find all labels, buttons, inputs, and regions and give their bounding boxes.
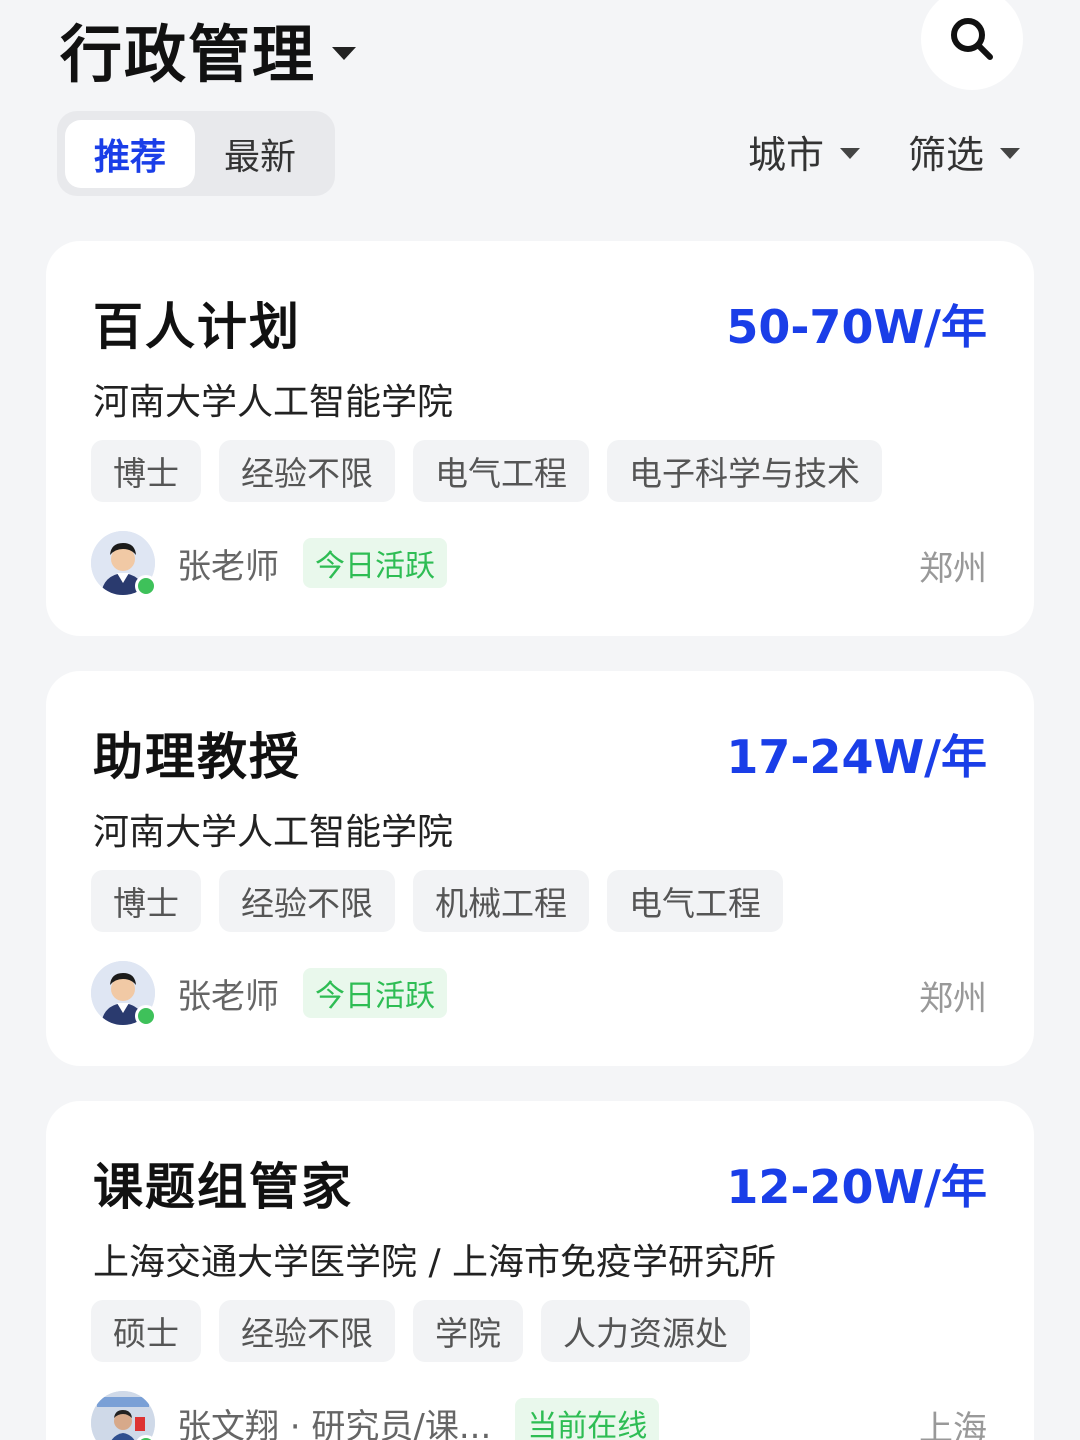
job-card[interactable]: 课题组管家 12-20W/年 上海交通大学医学院 / 上海市免疫学研究所 硕士 … <box>46 1101 1034 1440</box>
job-tag: 经验不限 <box>219 1300 395 1362</box>
job-tags: 博士 经验不限 电气工程 电子科学与技术 <box>91 440 882 502</box>
job-organization: 上海交通大学医学院 / 上海市免疫学研究所 <box>93 1242 777 1283</box>
job-tag: 电气工程 <box>413 440 589 502</box>
job-tag: 机械工程 <box>413 870 589 932</box>
job-title: 课题组管家 <box>93 1158 353 1216</box>
recruiter-name: 张老师 <box>177 976 279 1017</box>
avatar <box>91 1391 157 1440</box>
activity-badge: 今日活跃 <box>303 968 447 1018</box>
caret-down-icon <box>840 148 861 159</box>
activity-badge: 当前在线 <box>515 1398 660 1440</box>
city-filter-button[interactable]: 城市 <box>748 124 861 179</box>
tab-recommended[interactable]: 推荐 <box>65 119 195 188</box>
recruiter-name: 张文翔 · 研究员/课... <box>177 1406 492 1440</box>
job-tag: 电气工程 <box>607 870 783 932</box>
city-filter-label: 城市 <box>748 133 825 177</box>
job-city: 郑州 <box>919 979 987 1019</box>
search-button[interactable] <box>921 0 1023 90</box>
caret-down-icon <box>332 46 357 60</box>
job-tag: 博士 <box>91 870 201 932</box>
job-title: 助理教授 <box>93 728 301 786</box>
page-title-dropdown[interactable]: 行政管理 <box>60 4 357 94</box>
job-salary: 17-24W/年 <box>726 730 987 784</box>
job-city: 郑州 <box>919 549 987 589</box>
job-tag: 经验不限 <box>219 870 395 932</box>
job-tag: 博士 <box>91 440 201 502</box>
job-card[interactable]: 百人计划 50-70W/年 河南大学人工智能学院 博士 经验不限 电气工程 电子… <box>46 241 1034 636</box>
job-tags: 博士 经验不限 机械工程 电气工程 <box>91 870 783 932</box>
search-icon <box>951 18 993 60</box>
job-city: 上海 <box>919 1409 987 1440</box>
job-tags: 硕士 经验不限 学院 人力资源处 <box>91 1300 750 1362</box>
recruiter-info: 张文翔 · 研究员/课... 当前在线 <box>91 1391 660 1440</box>
page-title: 行政管理 <box>60 18 317 91</box>
job-salary: 12-20W/年 <box>726 1160 987 1214</box>
tab-latest[interactable]: 最新 <box>195 120 325 188</box>
job-title: 百人计划 <box>93 298 301 356</box>
job-tag: 人力资源处 <box>541 1300 750 1362</box>
filter-button[interactable]: 筛选 <box>908 124 1021 179</box>
caret-down-icon <box>1000 148 1021 159</box>
job-tag: 硕士 <box>91 1300 201 1362</box>
recruiter-name: 张老师 <box>177 546 279 587</box>
filter-label: 筛选 <box>908 133 985 177</box>
online-status-dot <box>135 1005 157 1027</box>
job-organization: 河南大学人工智能学院 <box>93 812 454 853</box>
online-status-dot <box>135 575 157 597</box>
job-tag: 经验不限 <box>219 440 395 502</box>
activity-badge: 今日活跃 <box>303 538 447 588</box>
avatar <box>91 531 157 597</box>
job-salary: 50-70W/年 <box>726 300 987 354</box>
sort-segmented-control: 推荐 最新 <box>57 111 335 196</box>
recruiter-info: 张老师 今日活跃 <box>91 961 447 1027</box>
job-tag: 学院 <box>413 1300 523 1362</box>
recruiter-info: 张老师 今日活跃 <box>91 531 447 597</box>
job-card[interactable]: 助理教授 17-24W/年 河南大学人工智能学院 博士 经验不限 机械工程 电气… <box>46 671 1034 1066</box>
job-tag: 电子科学与技术 <box>607 440 882 502</box>
avatar <box>91 961 157 1027</box>
job-organization: 河南大学人工智能学院 <box>93 382 454 423</box>
